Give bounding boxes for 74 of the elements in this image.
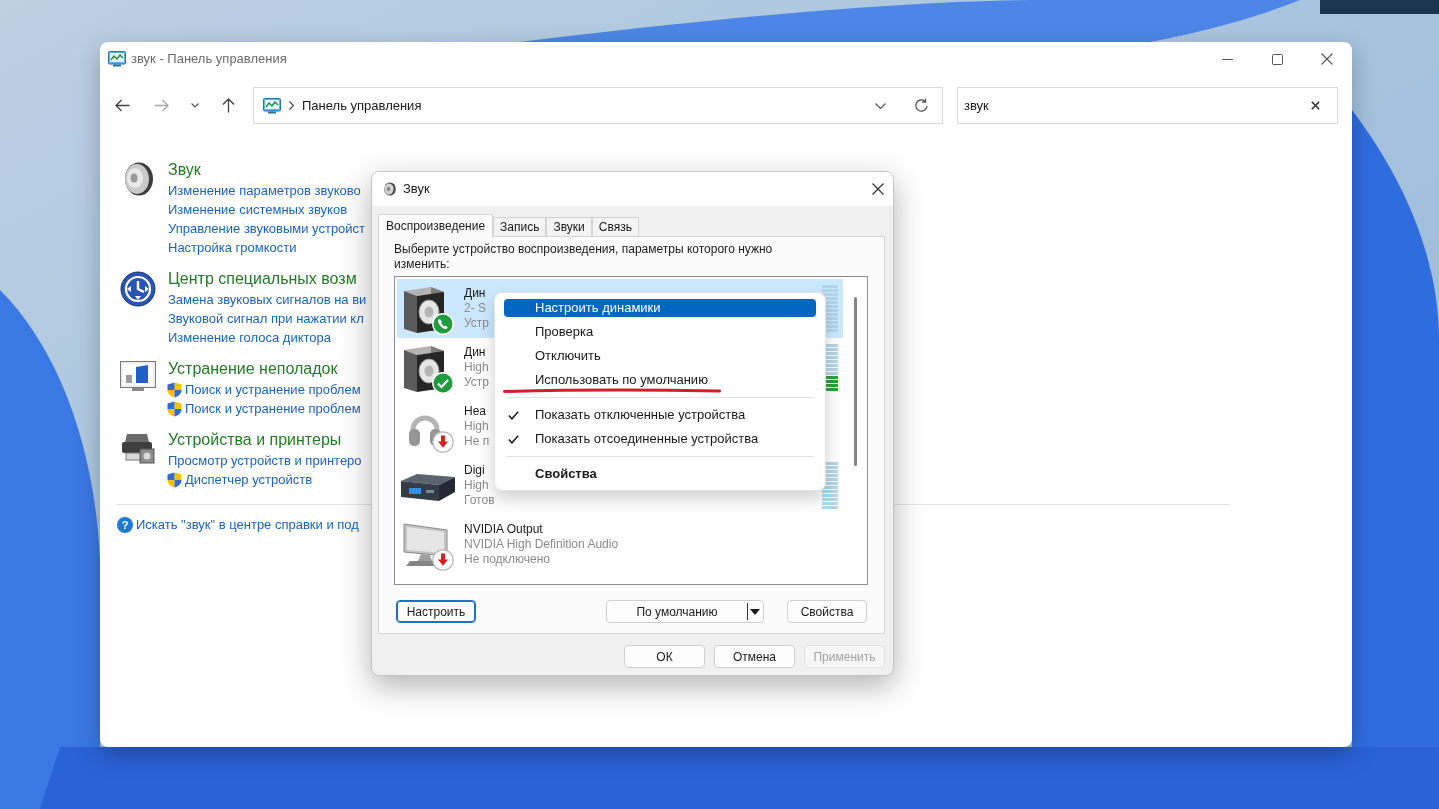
settings-link[interactable]: Поиск и устранение проблем <box>185 399 361 418</box>
device-name: Digi <box>464 463 486 478</box>
settings-link[interactable]: Управление звуковыми устройст <box>168 219 366 238</box>
settings-link[interactable]: Звуковой сигнал при нажатии кл <box>168 309 364 328</box>
refresh-icon[interactable] <box>914 98 929 113</box>
help-icon: ? <box>117 516 133 533</box>
category-heading-link[interactable]: Устройства и принтеры <box>168 429 342 451</box>
chevron-down-icon[interactable] <box>875 102 886 109</box>
address-bar[interactable]: Панель управления <box>253 87 943 124</box>
settings-link[interactable]: Изменение системных звуков <box>168 200 348 219</box>
device-driver: 2- S <box>464 301 487 316</box>
button[interactable]: Свойства <box>787 600 867 623</box>
settings-link[interactable]: Замена звуковых сигналов на ви <box>168 290 367 309</box>
device-name: NVIDIA Output <box>464 522 544 537</box>
device-name: Hea <box>464 404 487 419</box>
menu-item[interactable]: Показать отсоединенные устройства <box>504 430 816 448</box>
device-name: Дин <box>464 286 487 301</box>
up-arrow-icon[interactable] <box>221 98 235 113</box>
clear-icon[interactable] <box>1311 101 1320 110</box>
search-field[interactable]: звук <box>957 87 1338 124</box>
scrollbar-thumb[interactable] <box>854 297 857 466</box>
device-status: Готов <box>464 493 495 508</box>
control-panel-icon <box>263 97 281 114</box>
device-status: Не п <box>464 434 490 449</box>
device-driver: High <box>464 478 490 493</box>
settings-link[interactable]: Диспетчер устройств <box>185 470 313 489</box>
close-icon[interactable] <box>872 183 884 195</box>
menu-item[interactable]: Свойства <box>504 465 816 483</box>
tab[interactable]: Звуки <box>546 217 592 236</box>
device-status: Устр <box>464 375 489 390</box>
chevron-right-icon <box>289 101 294 110</box>
settings-link[interactable]: Настройка громкости <box>168 238 297 257</box>
menu-item[interactable]: Отключить <box>504 347 816 365</box>
caret-down-icon <box>750 608 760 615</box>
tab[interactable]: Связь <box>591 217 639 236</box>
menu-item[interactable]: Настроить динамики <box>504 299 816 317</box>
settings-link[interactable]: Изменение голоса диктора <box>168 328 332 347</box>
control-panel-icon <box>108 51 126 67</box>
printer-icon <box>121 432 155 464</box>
monitor-icon <box>120 361 156 392</box>
device-status: Не подключено <box>464 552 551 567</box>
settings-link[interactable]: Изменение параметров звуково <box>168 181 361 200</box>
device-driver: High <box>464 419 490 434</box>
category-heading-link[interactable]: Устранение неполадок <box>168 358 338 380</box>
device-name: Дин <box>464 345 487 360</box>
category-heading-link[interactable]: Звук <box>168 159 201 181</box>
close-icon[interactable] <box>1321 53 1333 65</box>
menu-item[interactable]: Проверка <box>504 323 816 341</box>
menu-item[interactable]: Показать отключенные устройства <box>504 406 816 424</box>
minimize-icon[interactable] <box>1221 58 1233 60</box>
category-heading-link[interactable]: Центр специальных возм <box>168 268 357 290</box>
split-button[interactable]: По умолчанию <box>606 600 764 623</box>
chevron-down-icon[interactable] <box>191 103 199 108</box>
button[interactable]: ОК <box>624 645 705 668</box>
maximize-icon[interactable] <box>1271 53 1283 65</box>
window-title: звук - Панель управления <box>131 50 287 69</box>
speaker-icon <box>383 182 396 196</box>
tab[interactable]: Воспроизведение <box>378 214 494 237</box>
button[interactable]: Настроить <box>396 600 476 623</box>
circle-arrows-icon <box>120 271 156 307</box>
menu-item[interactable]: Использовать по умолчанию <box>504 371 816 389</box>
settings-link[interactable]: Просмотр устройств и принтеро <box>168 451 362 470</box>
dialog-title: Звук <box>403 180 430 199</box>
device-driver: High <box>464 360 489 375</box>
tab[interactable]: Запись <box>493 217 547 236</box>
device-status: Устр <box>464 316 489 331</box>
device-driver: NVIDIA High Definition Audio <box>464 537 619 552</box>
back-arrow-icon[interactable] <box>114 99 130 112</box>
settings-link[interactable]: Поиск и устранение проблем <box>185 380 361 399</box>
button[interactable]: Отмена <box>714 645 795 668</box>
instruction-text: Выберите устройство воспроизведения, параметры которого нужно изменить: <box>394 242 774 272</box>
breadcrumb-link[interactable]: Панель управления <box>302 95 422 116</box>
speaker-icon <box>122 162 154 196</box>
help-link[interactable]: Искать "звук" в центре справки и под <box>136 514 359 535</box>
